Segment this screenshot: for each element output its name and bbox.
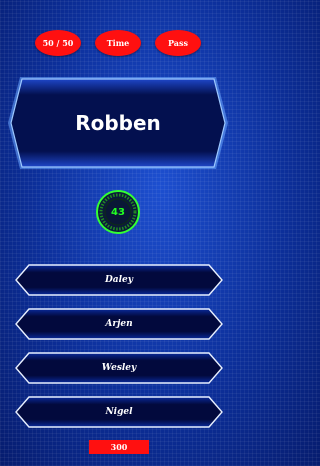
lifeline-pass-button[interactable]: Pass bbox=[155, 30, 201, 56]
lifeline-time-button[interactable]: Time bbox=[95, 30, 141, 56]
question-panel: Robben bbox=[6, 74, 230, 172]
score-display: 300 bbox=[89, 440, 149, 454]
answer-option-2[interactable]: Arjen bbox=[15, 308, 223, 340]
timer-value: 43 bbox=[111, 206, 125, 218]
answer-option-3[interactable]: Wesley bbox=[15, 352, 223, 384]
answer-option-1[interactable]: Daley bbox=[15, 264, 223, 296]
answer-label: Arjen bbox=[105, 319, 133, 329]
answer-label: Wesley bbox=[101, 363, 137, 373]
answer-option-4[interactable]: Nigel bbox=[15, 396, 223, 428]
answer-label: Daley bbox=[104, 275, 133, 285]
answer-label: Nigel bbox=[105, 407, 133, 417]
question-text: Robben bbox=[75, 111, 161, 135]
lifeline-fifty-fifty-button[interactable]: 50 / 50 bbox=[35, 30, 81, 56]
countdown-timer: 43 bbox=[95, 189, 141, 235]
